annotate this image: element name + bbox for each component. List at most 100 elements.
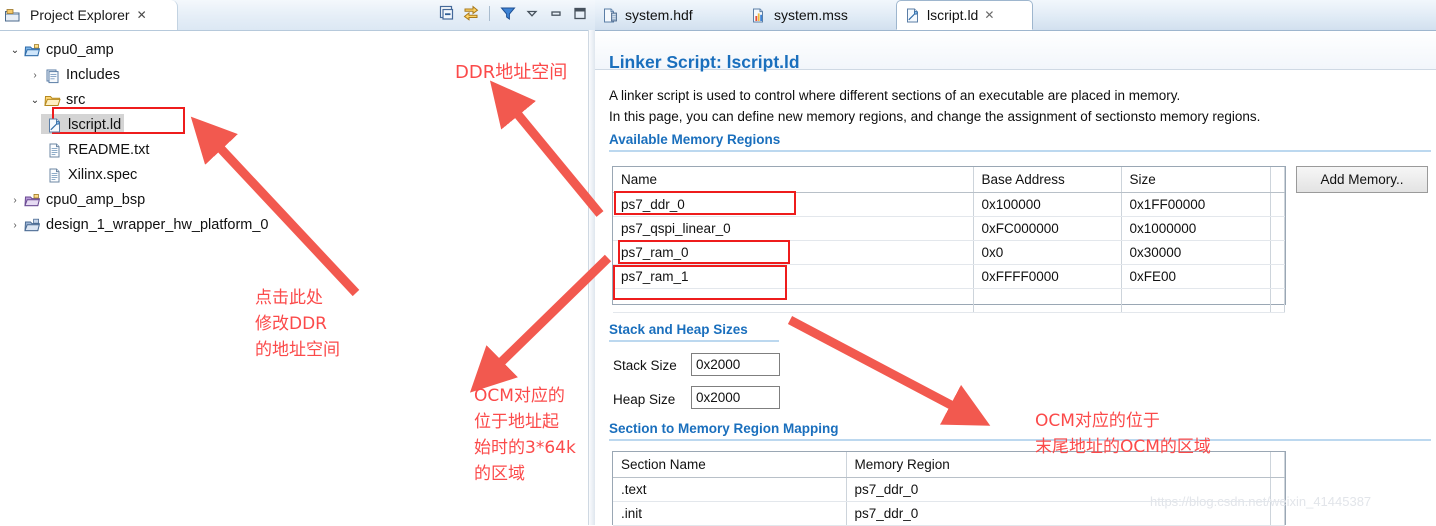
tree-item-readme-txt[interactable]: README.txt	[0, 138, 585, 163]
memory-regions-grid: Name Base Address Size ps7_ddr_0 0x10000…	[613, 167, 1285, 313]
section-rule	[609, 150, 1431, 152]
intro-line-1: A linker script is used to control where…	[609, 88, 1181, 103]
chevron-down-icon[interactable]: ⌄	[6, 45, 24, 56]
project-tree[interactable]: ⌄ cpu0_amp › Includes ⌄ src lscript.ld R…	[0, 30, 585, 525]
chevron-right-icon[interactable]: ›	[6, 195, 24, 206]
folder-icon	[44, 92, 61, 109]
toolbar-separator	[489, 5, 490, 21]
chevron-right-icon[interactable]: ›	[26, 70, 44, 81]
add-memory-button[interactable]: Add Memory..	[1296, 166, 1428, 193]
cell-name[interactable]	[613, 288, 974, 313]
includes-icon	[44, 67, 61, 84]
minimize-icon[interactable]	[547, 4, 565, 22]
table-row[interactable]: ps7_ram_1 0xFFFF0000 0xFE00	[613, 264, 1285, 289]
cell-spacer	[1270, 240, 1285, 265]
cell-name[interactable]: ps7_ram_0	[613, 240, 974, 265]
heap-size-input[interactable]: 0x2000	[691, 386, 780, 409]
close-icon[interactable]: ✕	[137, 8, 147, 22]
text-file-icon	[46, 167, 63, 184]
project-explorer-toolbar	[438, 4, 589, 22]
table-header-row: Section Name Memory Region	[613, 452, 1285, 478]
cell-name[interactable]: ps7_ddr_0	[613, 192, 974, 217]
section-mapping-heading: Section to Memory Region Mapping	[609, 421, 839, 436]
available-memory-regions-heading: Available Memory Regions	[609, 132, 781, 147]
tab-system-hdf[interactable]: system.hdf	[595, 0, 744, 30]
application-window: Project Explorer ✕ ⌄ cpu0_amp › Includes…	[0, 0, 1436, 526]
tree-item-xilinx-spec[interactable]: Xilinx.spec	[0, 163, 585, 188]
cell-section-name[interactable]: .text	[613, 477, 847, 502]
tree-item-label: cpu0_amp_bsp	[46, 192, 146, 208]
tree-item-includes[interactable]: › Includes	[0, 63, 585, 88]
cell-name[interactable]: ps7_ram_1	[613, 264, 974, 289]
section-rule	[609, 340, 779, 342]
column-header-base-address: Base Address	[973, 167, 1122, 193]
table-row[interactable]: ps7_ddr_0 0x100000 0x1FF00000	[613, 192, 1285, 217]
section-rule	[609, 439, 1431, 441]
text-file-icon	[46, 142, 63, 159]
cell-spacer	[1270, 216, 1285, 241]
tree-item-label: src	[66, 92, 86, 108]
cell-base-address[interactable]	[973, 288, 1122, 313]
watermark: https://blog.csdn.net/weixin_41445387	[1150, 494, 1372, 509]
cell-base-address[interactable]: 0xFFFF0000	[973, 264, 1122, 289]
memory-regions-table[interactable]: Name Base Address Size ps7_ddr_0 0x10000…	[612, 166, 1286, 313]
linker-script-icon	[46, 117, 63, 134]
hw-platform-icon	[24, 217, 41, 234]
tree-item-design-1-wrapper-hw-platform-0[interactable]: › design_1_wrapper_hw_platform_0	[0, 213, 585, 238]
tree-item-label: lscript.ld	[68, 117, 122, 133]
column-header-section-name: Section Name	[613, 452, 847, 478]
tab-label: lscript.ld	[927, 7, 979, 23]
cell-name[interactable]: ps7_qspi_linear_0	[613, 216, 974, 241]
cell-size[interactable]	[1121, 288, 1271, 313]
project-explorer-view: Project Explorer ✕ ⌄ cpu0_amp › Includes…	[0, 0, 595, 525]
cell-base-address[interactable]: 0x0	[973, 240, 1122, 265]
link-with-editor-icon[interactable]	[462, 4, 480, 22]
cell-spacer	[1270, 192, 1285, 217]
project-explorer-tab[interactable]: Project Explorer ✕	[0, 0, 178, 30]
chevron-down-icon[interactable]: ⌄	[26, 95, 44, 106]
heap-size-label: Heap Size	[613, 392, 676, 407]
cell-size[interactable]: 0x1000000	[1121, 216, 1271, 241]
tree-item-label: Includes	[66, 67, 121, 83]
cell-section-name[interactable]: .init	[613, 501, 847, 526]
panel-splitter[interactable]	[588, 30, 595, 525]
tab-lscript-ld[interactable]: lscript.ld ✕	[896, 0, 1033, 30]
tree-item-lscript-ld[interactable]: lscript.ld	[0, 113, 585, 138]
chevron-right-icon[interactable]: ›	[6, 220, 24, 231]
column-header-spacer	[1270, 452, 1285, 478]
table-row[interactable]: ps7_ram_0 0x0 0x30000	[613, 240, 1285, 265]
close-icon[interactable]: ✕	[984, 8, 994, 22]
cell-base-address[interactable]: 0xFC000000	[973, 216, 1122, 241]
section-mapping-table[interactable]: Section Name Memory Region .text ps7_ddr…	[612, 451, 1286, 526]
tree-item-label: Xilinx.spec	[68, 167, 138, 183]
section-mapping-grid: Section Name Memory Region .text ps7_ddr…	[613, 452, 1285, 526]
column-header-size: Size	[1121, 167, 1271, 193]
table-header-row: Name Base Address Size	[613, 167, 1285, 193]
cell-spacer	[1270, 264, 1285, 289]
splitter-line	[588, 30, 589, 525]
stack-size-input[interactable]: 0x2000	[691, 353, 780, 376]
tree-item-cpu0-amp-bsp[interactable]: › cpu0_amp_bsp	[0, 188, 585, 213]
tree-item-label: design_1_wrapper_hw_platform_0	[46, 217, 269, 233]
tree-item-src[interactable]: ⌄ src	[0, 88, 585, 113]
maximize-icon[interactable]	[571, 4, 589, 22]
table-row[interactable]	[613, 288, 1285, 313]
tab-label: system.hdf	[625, 7, 693, 23]
filter-icon[interactable]	[499, 4, 517, 22]
cell-base-address[interactable]: 0x100000	[973, 192, 1122, 217]
stack-and-heap-heading: Stack and Heap Sizes	[609, 322, 748, 337]
tab-system-mss[interactable]: system.mss	[744, 0, 896, 30]
tree-item-label: cpu0_amp	[46, 42, 114, 58]
stack-size-label: Stack Size	[613, 358, 677, 373]
collapse-all-icon[interactable]	[438, 4, 456, 22]
table-row[interactable]: ps7_qspi_linear_0 0xFC000000 0x1000000	[613, 216, 1285, 241]
mss-file-icon	[751, 7, 768, 24]
tree-item-label: README.txt	[68, 142, 150, 158]
editor-tabbar: system.hdf system.mss lscript.ld ✕	[595, 0, 1436, 31]
view-menu-icon[interactable]	[523, 4, 541, 22]
cell-size[interactable]: 0xFE00	[1121, 264, 1271, 289]
tree-item-cpu0-amp[interactable]: ⌄ cpu0_amp	[0, 38, 585, 63]
cell-size[interactable]: 0x30000	[1121, 240, 1271, 265]
cell-size[interactable]: 0x1FF00000	[1121, 192, 1271, 217]
intro-line-2: In this page, you can define new memory …	[609, 109, 1261, 124]
